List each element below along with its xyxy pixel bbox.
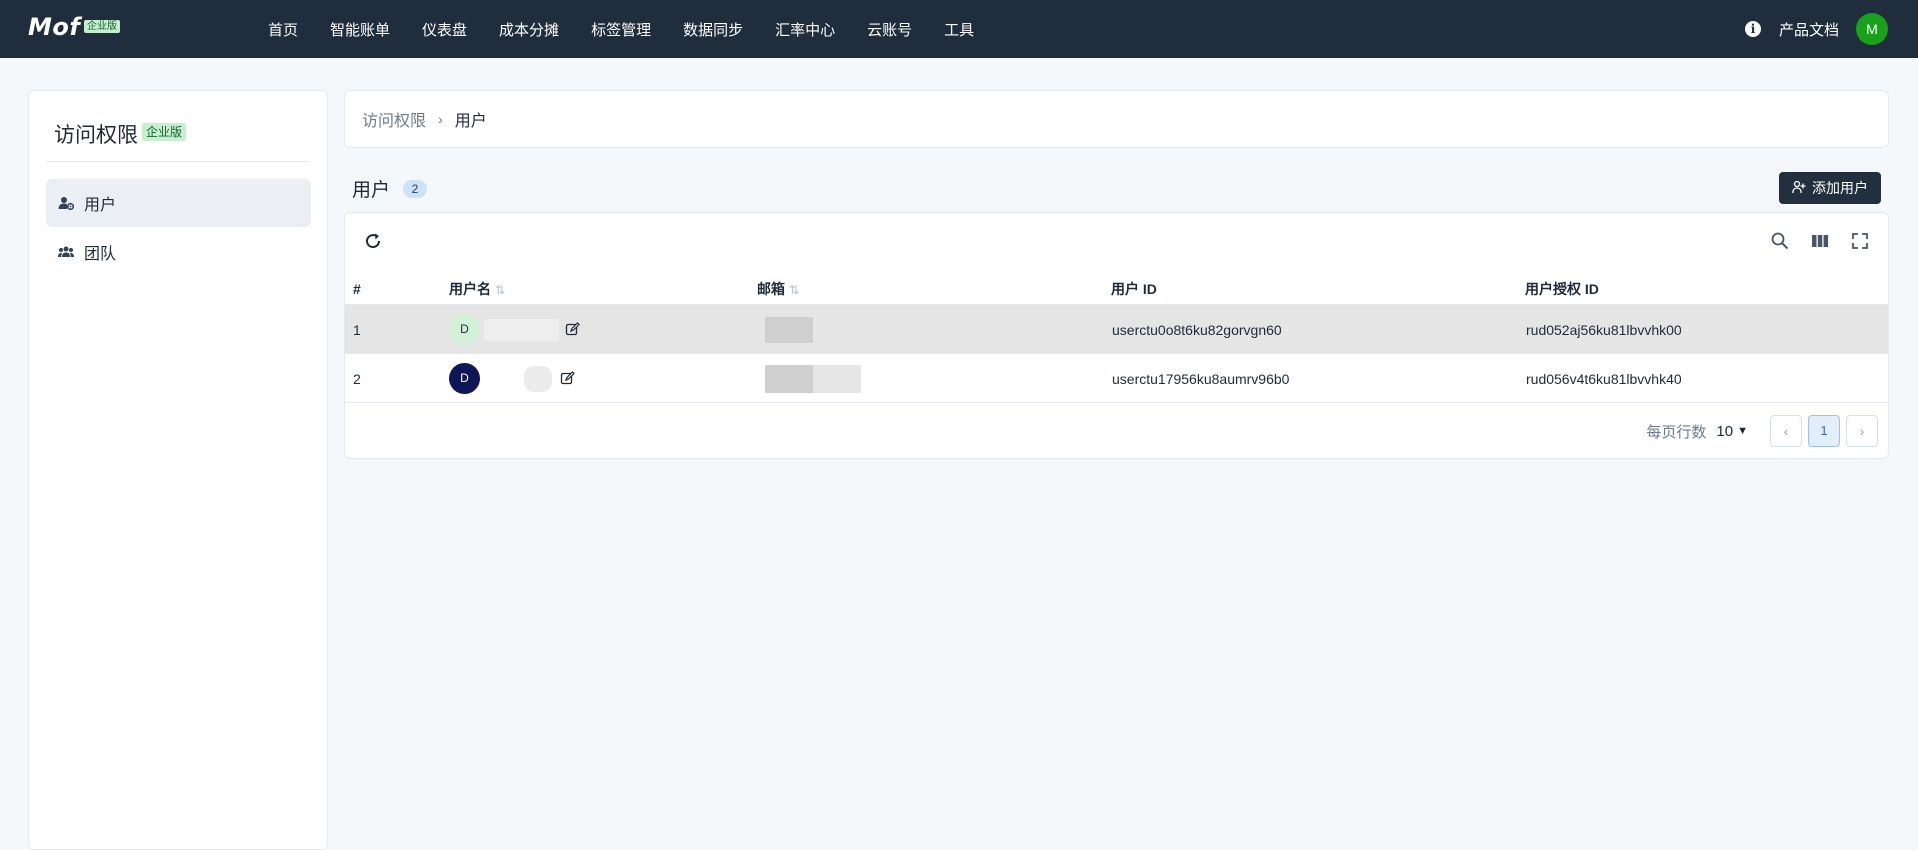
nav-item-cloud-account[interactable]: 云账号	[851, 19, 928, 40]
sidebar-item-label: 团队	[84, 246, 117, 263]
breadcrumb-separator: ›	[438, 111, 443, 127]
sidebar-item-users[interactable]: 用户	[46, 179, 311, 227]
sidebar-title: 访问权限	[54, 124, 138, 147]
sidebar-divider	[46, 161, 310, 162]
redacted-username	[524, 365, 552, 392]
nav-item-smart-bill[interactable]: 智能账单	[314, 19, 406, 40]
column-header-index: #	[353, 280, 361, 297]
nav-item-tag-management[interactable]: 标签管理	[575, 19, 667, 40]
rows-per-page-label: 每页行数	[1646, 423, 1707, 441]
column-header-label: 用户名	[449, 280, 491, 297]
table-row[interactable]: 1 D userctu0o8t6ku82gorvgn60 rud052aj56k…	[345, 304, 1888, 353]
add-user-icon	[1792, 180, 1806, 197]
redacted-email-part	[813, 364, 861, 393]
username-cell: D	[449, 354, 575, 403]
table-toolbar	[1750, 231, 1870, 251]
email-cell	[765, 354, 861, 403]
nav-item-home[interactable]: 首页	[252, 19, 314, 40]
sidebar-item-label: 用户	[84, 197, 117, 214]
prev-page-button[interactable]: ‹	[1770, 415, 1802, 447]
pagination: 每页行数 10 ▼ ‹ 1 ›	[1646, 415, 1878, 447]
fullscreen-icon[interactable]	[1850, 231, 1870, 251]
users-table-card: # 用户名 ⇅ 邮箱 ⇅ 用户 ID 用户授权 ID 1 D userctu0o8t…	[344, 212, 1889, 459]
nav-item-exchange-rate[interactable]: 汇率中心	[759, 19, 851, 40]
user-count-badge: 2	[403, 179, 428, 198]
nav-item-dashboard[interactable]: 仪表盘	[406, 19, 483, 40]
app-logo[interactable]: Mof	[28, 13, 80, 41]
auth-id-cell: rud056v4t6ku81lbvvhk40	[1526, 370, 1682, 387]
edition-badge: 企业版	[84, 20, 120, 33]
sort-icon[interactable]: ⇅	[495, 283, 505, 297]
page-header: 用户 2	[352, 175, 428, 202]
redacted-email	[765, 316, 813, 343]
next-page-button[interactable]: ›	[1846, 415, 1878, 447]
add-user-label: 添加用户	[1812, 180, 1868, 196]
nav-item-tools[interactable]: 工具	[928, 19, 990, 40]
email-cell	[765, 305, 813, 354]
page-button-current[interactable]: 1	[1808, 415, 1840, 447]
nav-item-data-sync[interactable]: 数据同步	[667, 19, 759, 40]
column-header-user-id: 用户 ID	[1111, 280, 1157, 297]
search-icon[interactable]	[1770, 231, 1790, 251]
breadcrumb: 访问权限 › 用户	[344, 90, 1889, 148]
user-id-cell: userctu0o8t6ku82gorvgn60	[1112, 321, 1282, 338]
column-header-label: 邮箱	[757, 280, 785, 297]
add-user-button[interactable]: 添加用户	[1779, 172, 1881, 204]
table-header: # 用户名 ⇅ 邮箱 ⇅ 用户 ID 用户授权 ID	[345, 273, 1888, 304]
redacted-username	[484, 318, 559, 341]
edit-icon[interactable]	[565, 322, 580, 337]
page-title: 用户	[352, 180, 391, 201]
main-nav: 首页 智能账单 仪表盘 成本分摊 标签管理 数据同步 汇率中心 云账号 工具	[252, 0, 990, 58]
edit-icon[interactable]	[560, 371, 575, 386]
auth-id-cell: rud052aj56ku81lbvvhk00	[1526, 321, 1682, 338]
team-icon	[58, 244, 74, 260]
username-cell: D	[449, 305, 580, 354]
table-row[interactable]: 2 D userctu17956ku8aumrv96b0 rud056v4t6k…	[345, 353, 1888, 402]
sidebar-item-team[interactable]: 团队	[46, 228, 311, 276]
columns-icon[interactable]	[1810, 231, 1830, 251]
top-navbar: Mof 企业版 首页 智能账单 仪表盘 成本分摊 标签管理 数据同步 汇率中心 …	[0, 0, 1918, 58]
refresh-icon[interactable]	[363, 231, 383, 254]
breadcrumb-parent[interactable]: 访问权限	[362, 107, 426, 131]
rows-per-page-select[interactable]: 10	[1716, 423, 1733, 440]
sort-icon[interactable]: ⇅	[789, 283, 799, 297]
chevron-down-icon[interactable]: ▼	[1737, 425, 1748, 437]
row-index: 2	[353, 370, 361, 387]
row-index: 1	[353, 321, 361, 338]
docs-link[interactable]: 产品文档	[1779, 19, 1839, 40]
redacted-email	[765, 364, 813, 393]
column-header-email[interactable]: 邮箱 ⇅	[757, 279, 799, 299]
user-gear-icon	[58, 195, 75, 211]
avatar: D	[449, 363, 480, 394]
avatar: D	[449, 314, 480, 345]
column-header-auth-id: 用户授权 ID	[1525, 280, 1599, 297]
user-id-cell: userctu17956ku8aumrv96b0	[1112, 370, 1290, 387]
info-icon[interactable]: i	[1744, 21, 1761, 37]
column-header-username[interactable]: 用户名 ⇅	[449, 279, 505, 299]
breadcrumb-current: 用户	[454, 113, 487, 130]
table-footer-divider	[345, 402, 1888, 403]
user-avatar[interactable]: M	[1856, 13, 1888, 45]
sidebar-edition-badge: 企业版	[142, 123, 187, 141]
sidebar: 访问权限 企业版 用户 团队	[28, 90, 328, 850]
topbar-right: i 产品文档 M	[1744, 0, 1888, 58]
nav-item-cost-allocation[interactable]: 成本分摊	[483, 19, 575, 40]
